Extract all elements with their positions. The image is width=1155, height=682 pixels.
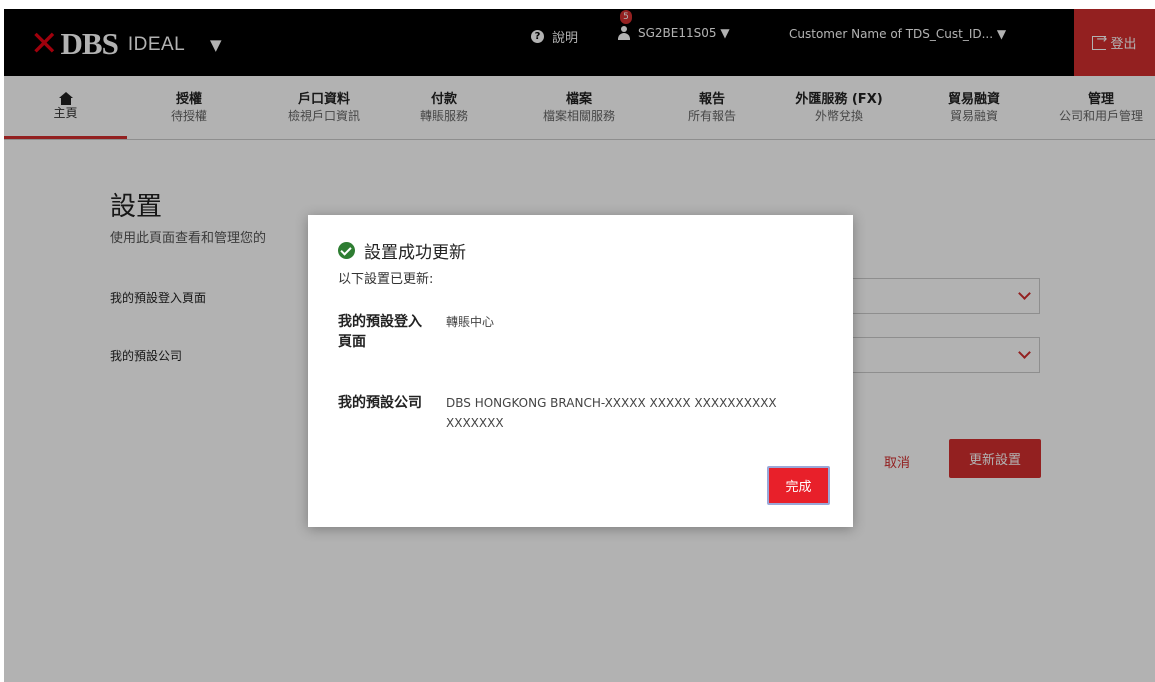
summary-company-value: DBS HONGKONG BRANCH-XXXXX XXXXX XXXXXXXX… (446, 396, 777, 430)
check-circle-icon (338, 242, 355, 259)
top-margin (0, 0, 1155, 9)
success-dialog: 設置成功更新 以下設置已更新: 我的預設登入頁面 轉賬中心 我的預設公司 DBS… (308, 215, 853, 527)
dialog-title: 設置成功更新 (364, 243, 466, 263)
done-button[interactable]: 完成 (767, 466, 830, 505)
summary-company-label: 我的預設公司 (338, 395, 422, 411)
left-margin (0, 0, 4, 682)
dialog-subtitle: 以下設置已更新: (338, 272, 434, 287)
dialog-header: 設置成功更新 (338, 238, 466, 263)
summary-landing-value: 轉賬中心 (446, 315, 495, 329)
summary-landing-label: 我的預設登入頁面 (338, 314, 422, 350)
